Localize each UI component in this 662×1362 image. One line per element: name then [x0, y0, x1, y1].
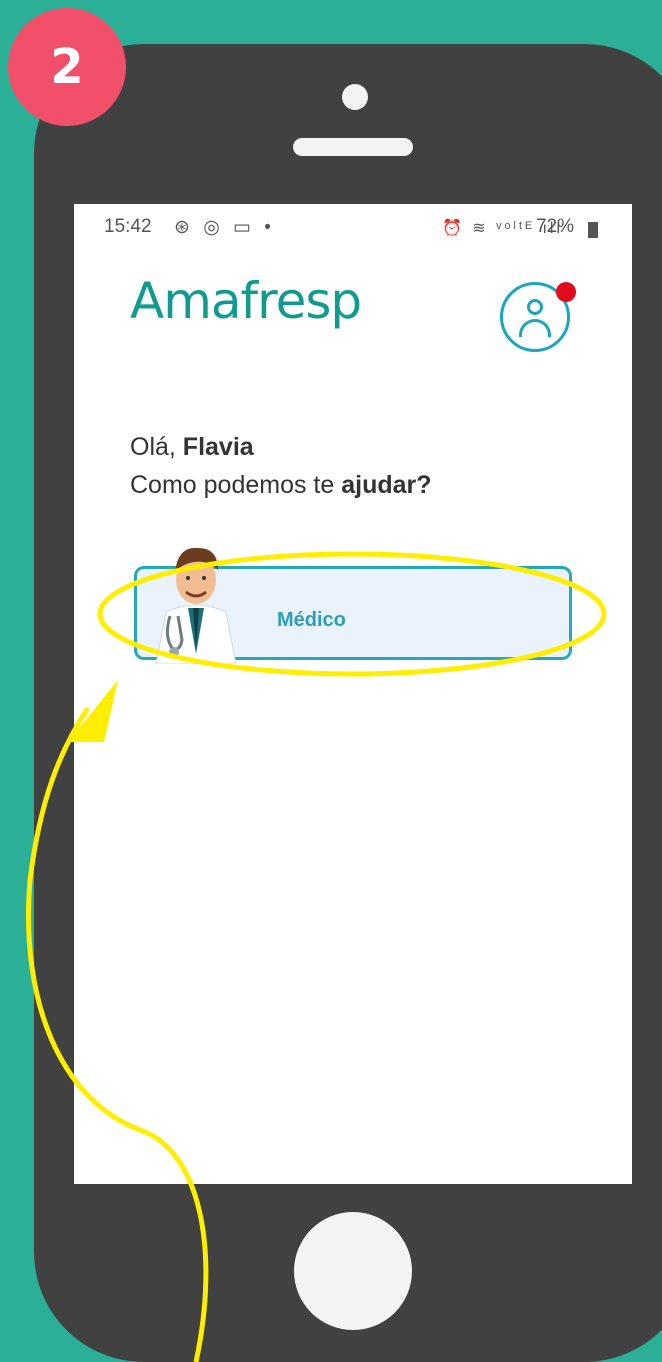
status-bar: 15:42 ⊛ ◎ ▭ • ⏰ ≋ ᵛᵒˡᵗᴱ ıll 72% — [74, 204, 632, 250]
question-bold: ajudar? — [341, 471, 432, 499]
notification-dot — [556, 282, 576, 302]
step-badge: 2 — [8, 8, 126, 126]
user-name: Flavia — [182, 433, 254, 461]
profile-body-icon — [519, 319, 551, 337]
greeting: Olá, Flavia Como podemos te ajudar? — [130, 428, 432, 504]
camera-dot — [342, 84, 368, 110]
app-screen: 15:42 ⊛ ◎ ▭ • ⏰ ≋ ᵛᵒˡᵗᴱ ıll 72% Amafresp… — [74, 204, 632, 1184]
status-time: 15:42 — [104, 216, 152, 237]
home-button[interactable] — [294, 1212, 412, 1330]
notification-icons: ⊛ ◎ ▭ • — [174, 217, 275, 238]
greeting-line: Olá, Flavia — [130, 428, 432, 466]
medico-label: Médico — [277, 609, 346, 631]
greeting-prefix: Olá, — [130, 433, 183, 461]
speaker-bar — [293, 138, 413, 156]
question-line: Como podemos te ajudar? — [130, 466, 432, 504]
battery-level: 72% — [536, 216, 575, 237]
question-prefix: Como podemos te — [130, 471, 342, 499]
profile-head-icon — [527, 299, 543, 315]
battery-icon — [588, 222, 598, 238]
doctor-illustration — [155, 547, 237, 664]
app-logo: Amafresp — [130, 272, 362, 330]
